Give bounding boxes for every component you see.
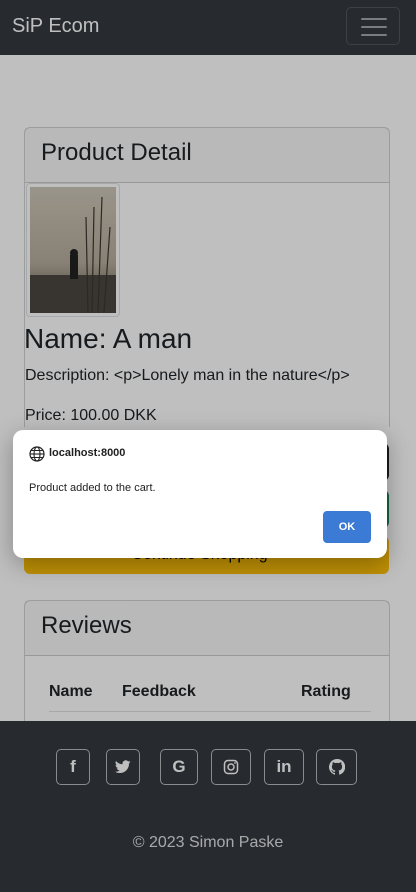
dialog-host: localhost:8000 (49, 447, 126, 459)
ok-button[interactable]: OK (323, 511, 371, 543)
globe-icon (29, 446, 45, 462)
alert-dialog: localhost:8000 Product added to the cart… (13, 430, 387, 558)
dialog-message: Product added to the cart. (29, 482, 156, 494)
